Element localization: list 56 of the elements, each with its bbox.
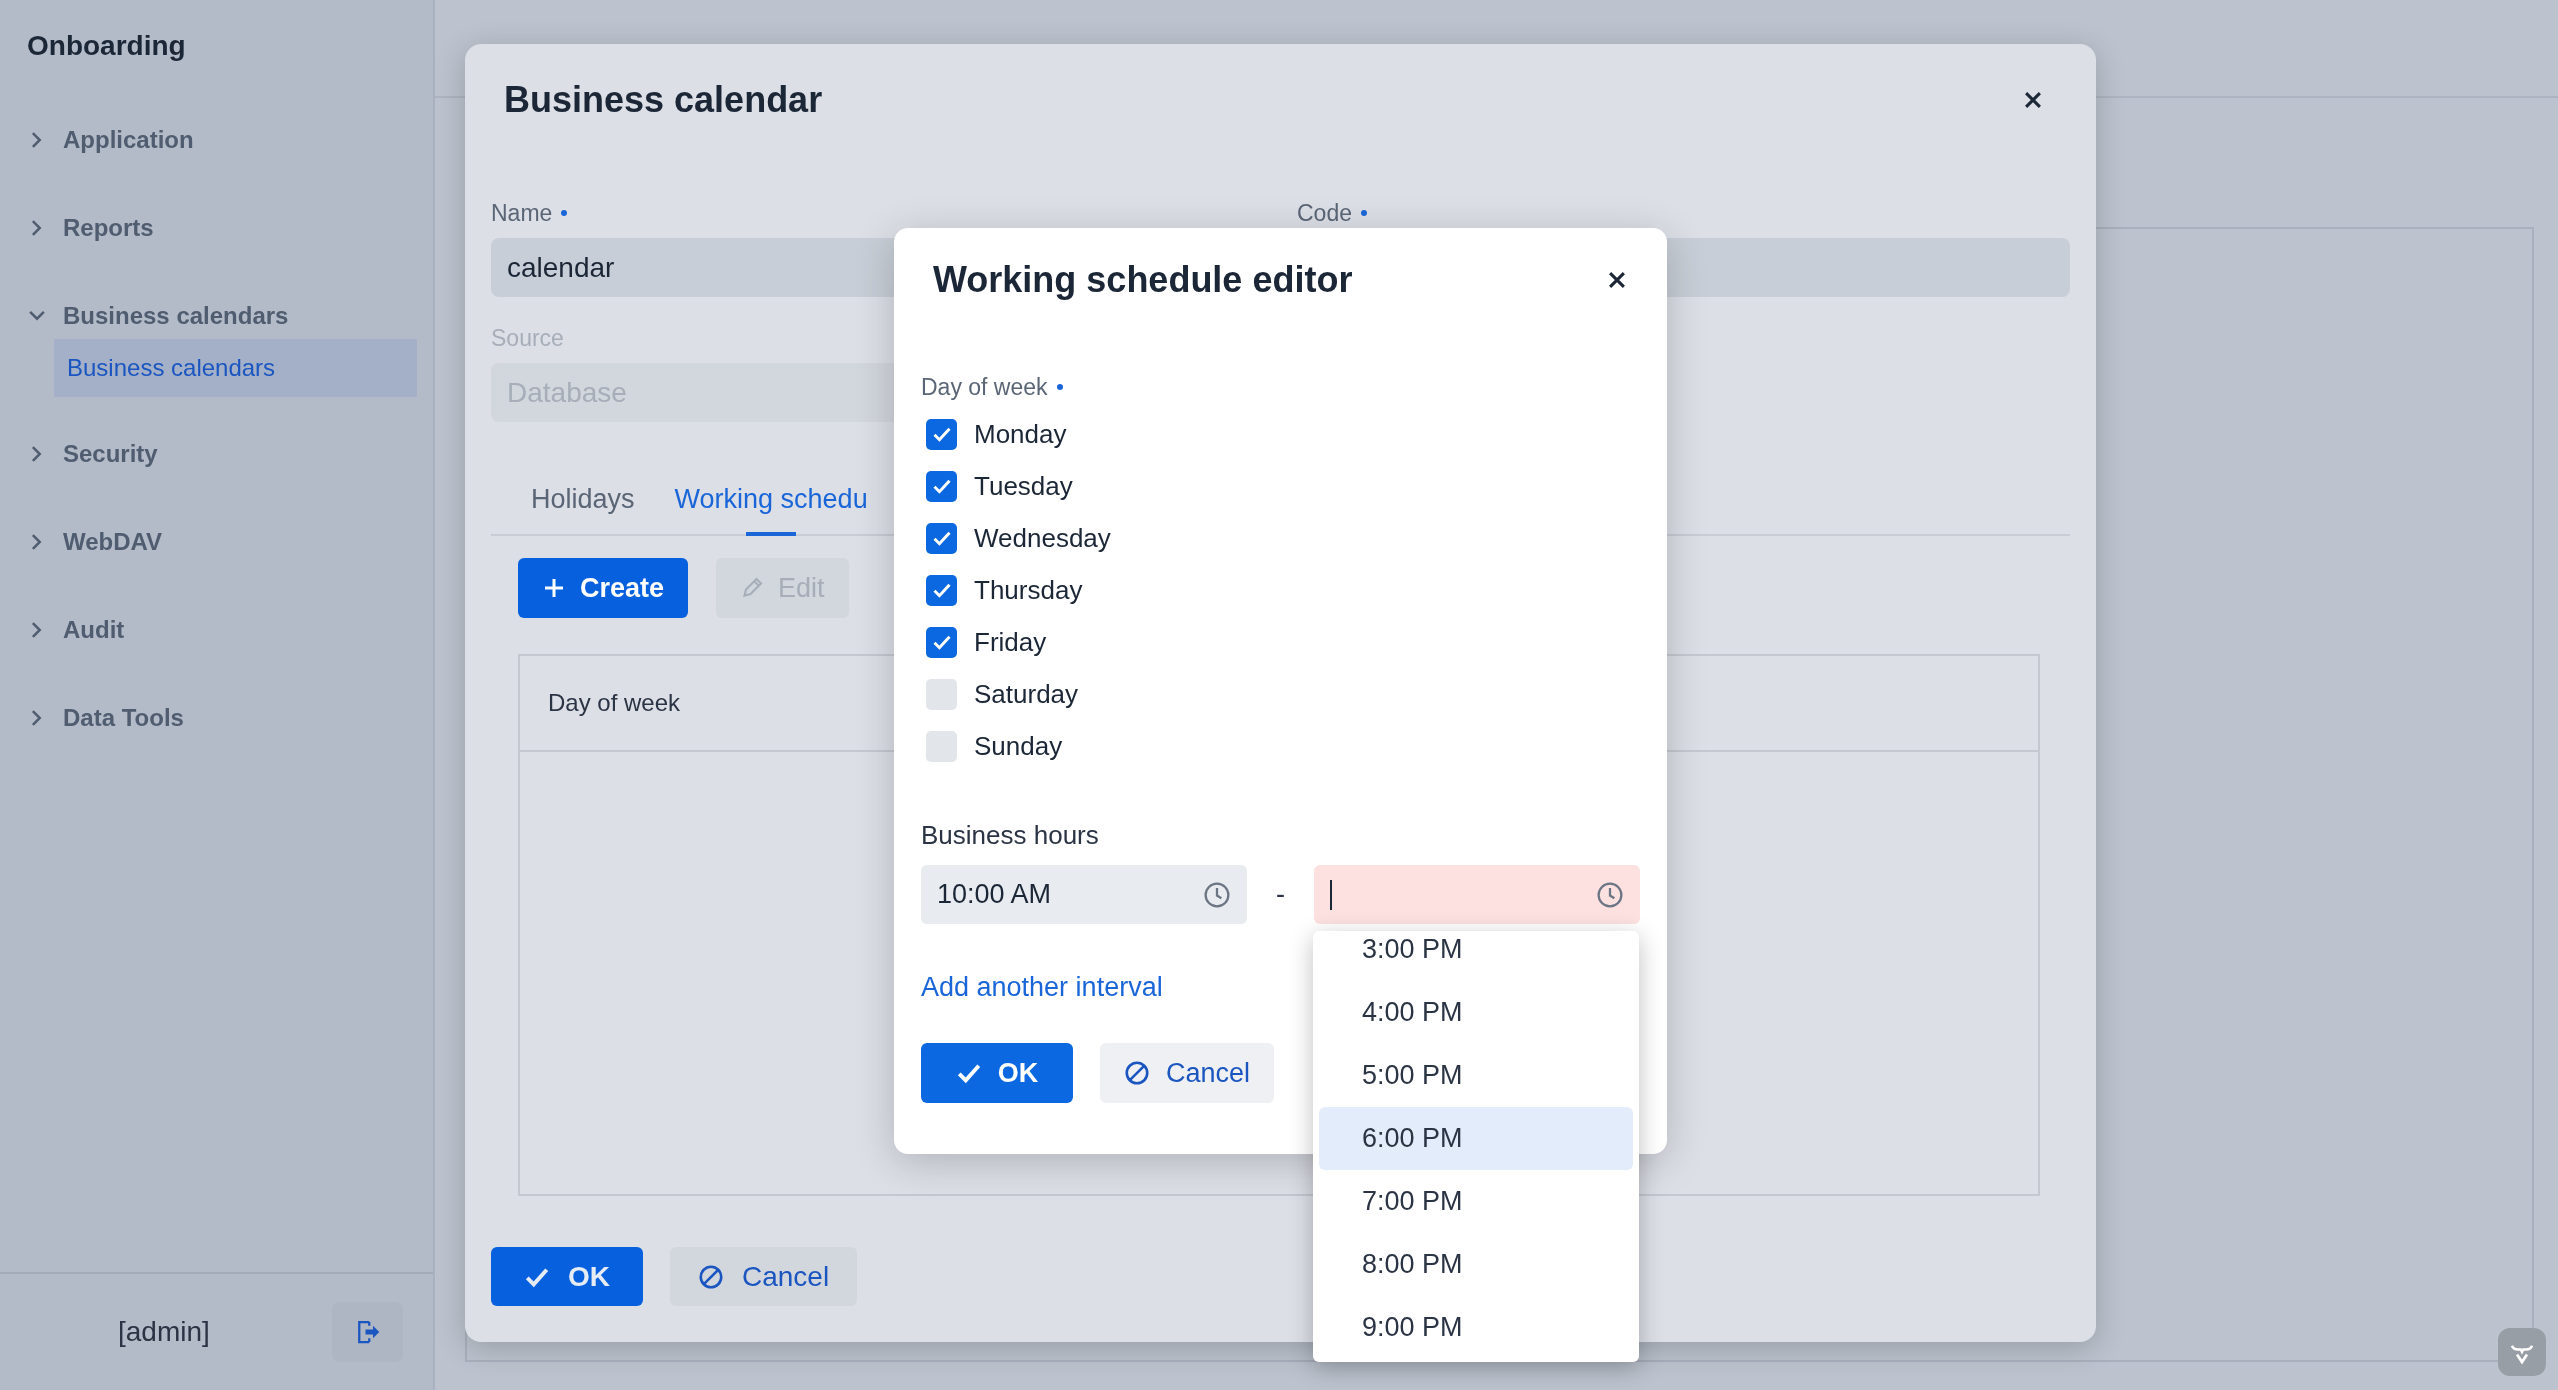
tab[interactable]: Holidays (531, 464, 635, 534)
column-header: Day of week (548, 689, 681, 717)
time-option[interactable]: 7:00 PM (1319, 1170, 1633, 1233)
devtools-button[interactable] (2498, 1328, 2546, 1376)
checkbox-label: Thursday (974, 574, 1083, 606)
time-option[interactable]: 6:00 PM (1319, 1107, 1633, 1170)
close-icon[interactable] (2022, 89, 2044, 111)
sidebar-item[interactable]: Audit (0, 586, 433, 674)
cancel-icon (698, 1263, 724, 1290)
field-label: Name (491, 199, 553, 227)
clock-icon (1203, 880, 1231, 909)
checkbox-label: Friday (974, 626, 1047, 658)
cancel-button[interactable]: Cancel (1100, 1043, 1275, 1103)
checkbox-label: Wednesday (974, 522, 1111, 554)
checkbox[interactable] (926, 522, 957, 554)
app-title: Onboarding (26, 29, 187, 63)
sidebar-item[interactable]: Application (0, 96, 433, 184)
clock-icon (1596, 880, 1624, 909)
sidebar-item[interactable]: Reports (0, 184, 433, 272)
checkbox[interactable] (926, 626, 957, 658)
checkbox[interactable] (926, 730, 957, 762)
checkbox-label: Saturday (974, 678, 1079, 710)
range-separator: - (1275, 879, 1286, 910)
time-option[interactable]: 8:00 PM (1319, 1233, 1633, 1296)
sidebar-item[interactable]: Data Tools (0, 674, 433, 762)
checkbox-label: Sunday (974, 730, 1063, 762)
checkbox-label: Tuesday (974, 470, 1073, 502)
logout-button[interactable] (332, 1302, 403, 1362)
field-label: Code (1297, 199, 1352, 227)
checkbox[interactable] (926, 470, 957, 502)
checkbox[interactable] (926, 678, 957, 710)
close-icon[interactable] (1606, 269, 1628, 291)
time-field[interactable]: 10:00 AM (921, 865, 1247, 924)
create-button[interactable]: Create (518, 558, 689, 618)
sidebar-subitem[interactable]: Business calendars (54, 339, 417, 397)
checkbox[interactable] (926, 418, 957, 450)
pencil-icon (740, 576, 765, 600)
dialog-title: Business calendar (504, 79, 823, 121)
cancel-button[interactable]: Cancel (670, 1247, 858, 1306)
ok-button[interactable]: OK (491, 1247, 643, 1306)
checkbox[interactable] (926, 574, 957, 606)
plus-icon (542, 576, 566, 600)
time-option[interactable]: 9:00 PM (1319, 1296, 1633, 1359)
field-label: Business hours (921, 820, 1100, 851)
time-option[interactable]: 3:00 PM (1319, 931, 1633, 981)
cancel-icon (1124, 1060, 1150, 1086)
ok-button[interactable]: OK (921, 1043, 1073, 1103)
sidebar-item[interactable]: WebDAV (0, 498, 433, 586)
user-name: [admin] (118, 1316, 210, 1348)
tab[interactable]: Working schedu (674, 464, 868, 534)
sidebar-item[interactable]: Security (0, 410, 433, 498)
time-option[interactable]: 4:00 PM (1319, 981, 1633, 1044)
time-option[interactable]: 5:00 PM (1319, 1044, 1633, 1107)
field-label: Day of week (921, 373, 1048, 401)
time-field[interactable] (1314, 865, 1640, 924)
add-interval-link[interactable]: Add another interval (921, 972, 1163, 1003)
